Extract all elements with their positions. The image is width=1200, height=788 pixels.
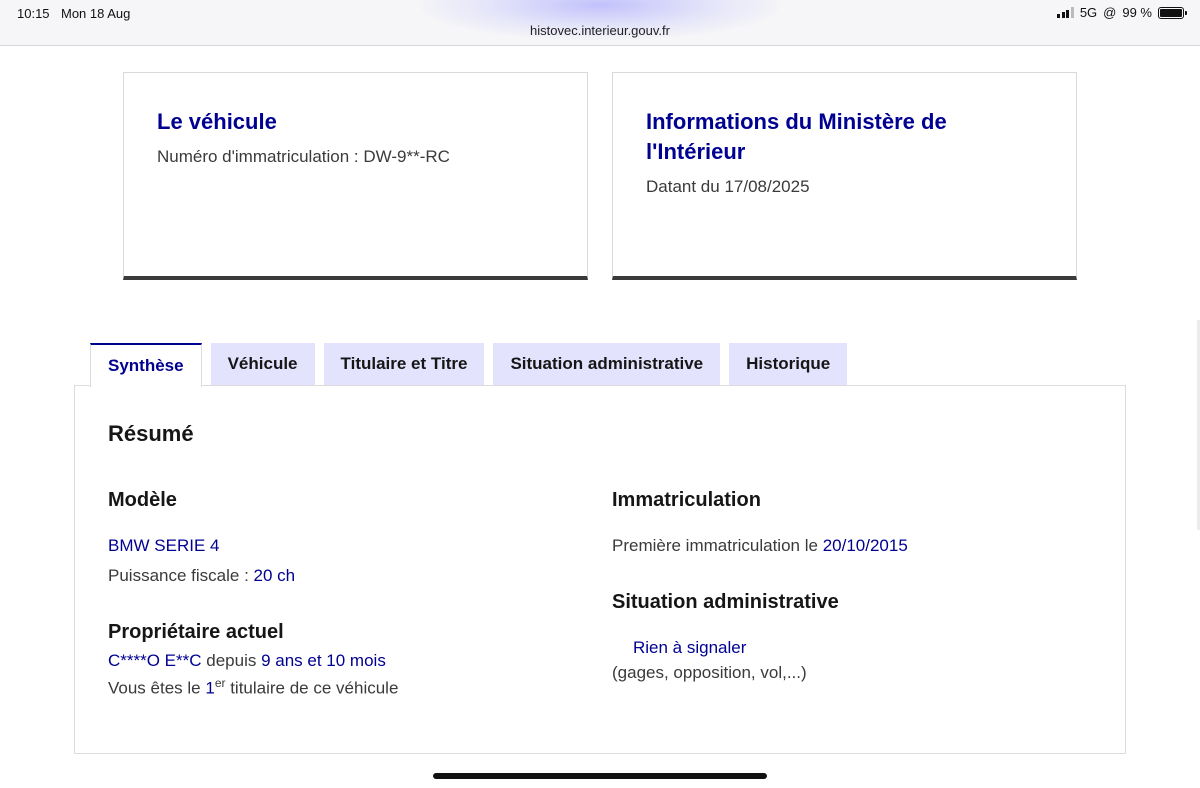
ministry-card-title: Informations du Ministère de l'Intérieur <box>646 109 947 164</box>
network-label: 5G <box>1079 5 1098 20</box>
status-date: Mon 18 Aug <box>61 6 131 21</box>
owner-heading: Propriétaire actuel <box>108 621 284 643</box>
status-indicators: 5G @ 99 % <box>1057 5 1187 20</box>
tab-bar: Synthèse Véhicule Titulaire et Titre Sit… <box>90 343 848 387</box>
ministry-card: Informations du Ministère de l'Intérieur… <box>612 72 1077 280</box>
battery-label: 99 % <box>1122 5 1152 20</box>
model-name: BMW SERIE 4 <box>108 536 220 555</box>
admin-detail: (gages, opposition, vol,...) <box>612 663 807 682</box>
first-registration: Première immatriculation le 20/10/2015 <box>612 536 908 555</box>
tab-situation-administrative[interactable]: Situation administrative <box>493 343 721 385</box>
address-bar[interactable]: histovec.interieur.gouv.fr <box>0 23 1200 38</box>
tab-synthese[interactable]: Synthèse <box>90 343 202 387</box>
vehicle-card: Le véhicule Numéro d'immatriculation : D… <box>123 72 588 280</box>
model-heading: Modèle <box>108 489 177 511</box>
signal-icon <box>1057 7 1074 18</box>
owner-info: C****O E**C depuis 9 ans et 10 mois <box>108 651 386 670</box>
admin-status: Rien à signaler <box>633 638 747 657</box>
at-icon: @ <box>1103 5 1117 20</box>
owner-duration: 9 ans et 10 mois <box>261 651 386 670</box>
plate-number: Numéro d'immatriculation : DW-9**-RC <box>157 147 450 166</box>
battery-icon <box>1158 6 1187 19</box>
owner-rank: Vous êtes le 1er titulaire de ce véhicul… <box>108 676 399 698</box>
status-time: 10:15 <box>17 6 50 21</box>
tab-vehicule[interactable]: Véhicule <box>210 343 315 385</box>
admin-heading: Situation administrative <box>612 591 839 613</box>
tab-titulaire[interactable]: Titulaire et Titre <box>323 343 485 385</box>
fiscal-power: Puissance fiscale : 20 ch <box>108 566 296 585</box>
owner-name: C****O E**C <box>108 651 202 670</box>
registration-heading: Immatriculation <box>612 489 761 511</box>
tab-historique[interactable]: Historique <box>729 343 848 385</box>
vehicle-card-title: Le véhicule <box>157 109 277 134</box>
summary-heading: Résumé <box>108 421 194 446</box>
status-bar: 10:15 Mon 18 Aug 5G @ 99 % histovec.inte… <box>0 0 1200 46</box>
ministry-date: Datant du 17/08/2025 <box>646 177 810 196</box>
home-indicator[interactable] <box>433 773 767 779</box>
